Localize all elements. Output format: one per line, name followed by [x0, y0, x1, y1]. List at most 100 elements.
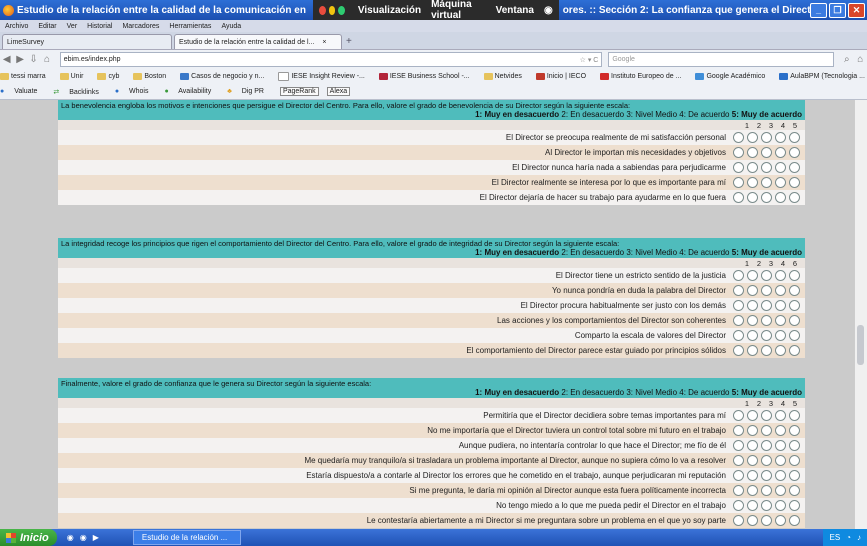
radio-option-2[interactable] [747, 425, 758, 436]
back-icon[interactable]: ◀ [0, 54, 13, 65]
radio-option-4[interactable] [775, 330, 786, 341]
whois-button[interactable]: ● Whois [115, 88, 157, 95]
restore-button[interactable]: ❐ [829, 2, 846, 18]
radio-option-1[interactable] [733, 132, 744, 143]
radio-option-3[interactable] [761, 330, 772, 341]
radio-option-4[interactable] [775, 345, 786, 356]
tray-network-icon[interactable]: ◔ [846, 533, 851, 542]
radio-option-1[interactable] [733, 192, 744, 203]
minimize-button[interactable]: _ [810, 2, 827, 18]
radio-option-5[interactable] [789, 485, 800, 496]
radio-option-4[interactable] [775, 410, 786, 421]
radio-option-5[interactable] [789, 162, 800, 173]
radio-option-2[interactable] [747, 410, 758, 421]
radio-option-2[interactable] [747, 315, 758, 326]
radio-option-4[interactable] [775, 192, 786, 203]
new-tab-button[interactable]: + [346, 36, 352, 47]
radio-option-4[interactable] [775, 485, 786, 496]
radio-option-3[interactable] [761, 410, 772, 421]
radio-option-5[interactable] [789, 147, 800, 158]
bookmark-item[interactable]: Unir [59, 73, 91, 80]
radio-option-2[interactable] [747, 515, 758, 526]
bookmark-item[interactable]: cyb [97, 73, 126, 80]
radio-option-4[interactable] [775, 500, 786, 511]
radio-option-3[interactable] [761, 315, 772, 326]
radio-option-2[interactable] [747, 270, 758, 281]
radio-option-2[interactable] [747, 147, 758, 158]
radio-option-4[interactable] [775, 440, 786, 451]
radio-option-3[interactable] [761, 162, 772, 173]
quicklaunch-ie-icon[interactable]: ◉ [67, 533, 74, 542]
radio-option-3[interactable] [761, 147, 772, 158]
bookmark-item[interactable]: Google Académico [695, 73, 772, 80]
radio-option-5[interactable] [789, 345, 800, 356]
quicklaunch-media-icon[interactable]: ▶ [93, 533, 99, 542]
bookmark-item[interactable]: IESE Business School -... [378, 73, 477, 80]
availability-button[interactable]: ● Availability [164, 88, 219, 95]
radio-option-2[interactable] [747, 345, 758, 356]
radio-option-2[interactable] [747, 485, 758, 496]
radio-option-1[interactable] [733, 425, 744, 436]
quicklaunch-firefox-icon[interactable]: ◉ [80, 533, 87, 542]
bookmark-item[interactable]: Casos de negocio y n... [180, 73, 271, 80]
menu-ayuda[interactable]: Ayuda [221, 23, 241, 30]
radio-option-5[interactable] [789, 300, 800, 311]
zoom-dot-icon[interactable] [338, 5, 345, 15]
bookmark-item[interactable]: Instituto Europeo de ... [600, 73, 688, 80]
digpr-button[interactable]: ♣ Dig PR [227, 88, 272, 95]
radio-option-4[interactable] [775, 147, 786, 158]
radio-option-1[interactable] [733, 285, 744, 296]
radio-option-3[interactable] [761, 455, 772, 466]
radio-option-3[interactable] [761, 345, 772, 356]
radio-option-3[interactable] [761, 470, 772, 481]
close-button[interactable]: ✕ [848, 2, 865, 18]
radio-option-5[interactable] [789, 192, 800, 203]
bookmark-item[interactable]: Boston [133, 73, 173, 80]
radio-option-3[interactable] [761, 192, 772, 203]
radio-option-1[interactable] [733, 515, 744, 526]
radio-option-3[interactable] [761, 132, 772, 143]
radio-option-5[interactable] [789, 132, 800, 143]
radio-option-2[interactable] [747, 285, 758, 296]
radio-option-5[interactable] [789, 315, 800, 326]
tab-limesurvey[interactable]: LimeSurvey [2, 34, 172, 49]
home-icon[interactable]: ⌂ [40, 54, 53, 65]
radio-option-5[interactable] [789, 470, 800, 481]
tab-estudio[interactable]: Estudio de la relación entre la calidad … [174, 34, 342, 49]
radio-option-4[interactable] [775, 425, 786, 436]
forward-icon[interactable]: ▶ [13, 54, 26, 65]
radio-option-4[interactable] [775, 455, 786, 466]
help-icon[interactable]: ◉ [544, 5, 553, 16]
radio-option-5[interactable] [789, 410, 800, 421]
radio-option-3[interactable] [761, 300, 772, 311]
reload-icon[interactable]: ☆ ▾ C [580, 56, 599, 64]
radio-option-1[interactable] [733, 455, 744, 466]
radio-option-4[interactable] [775, 515, 786, 526]
bookmark-item[interactable]: AulaBPM (Tecnologia ... [779, 73, 867, 80]
radio-option-3[interactable] [761, 500, 772, 511]
taskbar-item-firefox[interactable]: Estudio de la relación ... [132, 530, 241, 545]
start-button[interactable]: Inicio [0, 529, 57, 546]
radio-option-3[interactable] [761, 515, 772, 526]
radio-option-5[interactable] [789, 270, 800, 281]
radio-option-3[interactable] [761, 425, 772, 436]
menu-herramientas[interactable]: Herramientas [169, 23, 211, 30]
radio-option-1[interactable] [733, 315, 744, 326]
radio-option-2[interactable] [747, 177, 758, 188]
radio-option-4[interactable] [775, 300, 786, 311]
radio-option-2[interactable] [747, 300, 758, 311]
radio-option-2[interactable] [747, 455, 758, 466]
pagerank-button[interactable]: PageRank [279, 87, 319, 96]
radio-option-1[interactable] [733, 162, 744, 173]
radio-option-4[interactable] [775, 177, 786, 188]
tray-volume-icon[interactable]: ♪ [857, 533, 861, 542]
radio-option-1[interactable] [733, 440, 744, 451]
radio-option-3[interactable] [761, 285, 772, 296]
downloads-icon[interactable]: ⇩ [27, 54, 40, 65]
radio-option-2[interactable] [747, 470, 758, 481]
radio-option-3[interactable] [761, 440, 772, 451]
search-icon[interactable]: ⌕ [840, 54, 853, 65]
radio-option-2[interactable] [747, 500, 758, 511]
address-bar[interactable]: ebim.es/index.php ☆ ▾ C [59, 52, 603, 67]
radio-option-1[interactable] [733, 500, 744, 511]
